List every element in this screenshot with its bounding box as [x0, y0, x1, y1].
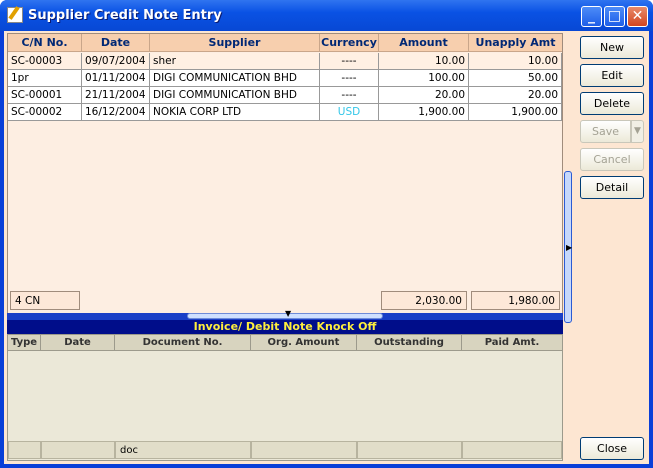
record-count: 4 CN: [10, 291, 80, 310]
column-header-outstanding[interactable]: Outstanding: [357, 335, 462, 351]
minimize-button[interactable]: _: [581, 6, 602, 27]
maximize-button[interactable]: □: [604, 6, 625, 27]
knockoff-footer: doc: [8, 441, 562, 459]
currency-cell: ----: [320, 53, 379, 70]
date-cell: 21/11/2004: [82, 87, 150, 104]
total-amount: 2,030.00: [381, 291, 467, 310]
client-area: C/N No. Date Supplier Currency Amount Un…: [4, 31, 649, 464]
splitter-bar[interactable]: ▼: [7, 309, 563, 320]
save-button[interactable]: Save: [580, 120, 631, 143]
table-row[interactable]: SC-00002 16/12/2004 NOKIA CORP LTD USD 1…: [8, 104, 562, 121]
save-dropdown-arrow-icon[interactable]: ▼: [631, 120, 644, 143]
column-header-type[interactable]: Type: [8, 335, 41, 351]
supplier-cell: NOKIA CORP LTD: [150, 104, 320, 121]
minimize-icon: _: [588, 8, 595, 24]
column-header-date[interactable]: Date: [82, 34, 150, 52]
cn-no-cell: SC-00001: [8, 87, 82, 104]
footer-cell: [357, 441, 462, 459]
total-unapply-amount: 1,980.00: [471, 291, 560, 310]
column-header-amount[interactable]: Amount: [379, 34, 469, 52]
amount-cell: 20.00: [379, 87, 469, 104]
currency-cell: ----: [320, 87, 379, 104]
supplier-cell: sher: [150, 53, 320, 70]
edit-button[interactable]: Edit: [580, 64, 644, 87]
amount-cell: 1,900.00: [379, 104, 469, 121]
unapply-cell: 10.00: [469, 53, 562, 70]
cn-no-cell: SC-00002: [8, 104, 82, 121]
new-button[interactable]: New: [580, 36, 644, 59]
close-window-button[interactable]: ✕: [627, 6, 648, 27]
expand-right-arrow-icon[interactable]: ▶: [566, 243, 572, 252]
footer-doc-label: doc: [115, 441, 251, 459]
delete-button[interactable]: Delete: [580, 92, 644, 115]
collapse-down-arrow-icon[interactable]: ▼: [285, 309, 291, 318]
close-button[interactable]: Close: [580, 437, 644, 460]
date-cell: 01/11/2004: [82, 70, 150, 87]
unapply-cell: 20.00: [469, 87, 562, 104]
column-header-cn-no[interactable]: C/N No.: [8, 34, 82, 52]
column-header-paid-amt[interactable]: Paid Amt.: [462, 335, 562, 351]
currency-cell: USD: [320, 104, 379, 121]
footer-cell: [462, 441, 562, 459]
unapply-cell: 1,900.00: [469, 104, 562, 121]
cn-no-cell: 1pr: [8, 70, 82, 87]
column-header-supplier[interactable]: Supplier: [150, 34, 320, 52]
detail-button[interactable]: Detail: [580, 176, 644, 199]
unapply-cell: 50.00: [469, 70, 562, 87]
credit-note-grid: C/N No. Date Supplier Currency Amount Un…: [7, 33, 563, 314]
supplier-cell: DIGI COMMUNICATION BHD: [150, 70, 320, 87]
footer-cell: [41, 441, 115, 459]
knockoff-header: Type Date Document No. Org. Amount Outst…: [8, 335, 562, 351]
footer-cell: [8, 441, 41, 459]
date-cell: 16/12/2004: [82, 104, 150, 121]
currency-cell: ----: [320, 70, 379, 87]
table-row[interactable]: 1pr 01/11/2004 DIGI COMMUNICATION BHD --…: [8, 70, 562, 87]
title-bar[interactable]: Supplier Credit Note Entry _ □ ✕: [0, 0, 653, 31]
column-header-unapply-amt[interactable]: Unapply Amt: [469, 34, 562, 52]
grid-header: C/N No. Date Supplier Currency Amount Un…: [8, 34, 562, 52]
table-row[interactable]: SC-00001 21/11/2004 DIGI COMMUNICATION B…: [8, 87, 562, 104]
grid-footer: 4 CN 2,030.00 1,980.00: [8, 289, 562, 310]
maximize-icon: □: [607, 8, 622, 24]
table-row[interactable]: SC-00003 09/07/2004 sher ---- 10.00 10.0…: [8, 53, 562, 70]
edit-document-icon: [7, 7, 23, 23]
cn-no-cell: SC-00003: [8, 53, 82, 70]
supplier-cell: DIGI COMMUNICATION BHD: [150, 87, 320, 104]
knockoff-grid: Type Date Document No. Org. Amount Outst…: [7, 334, 563, 461]
column-header-document-no[interactable]: Document No.: [115, 335, 251, 351]
column-header-org-amount[interactable]: Org. Amount: [251, 335, 357, 351]
column-header-currency[interactable]: Currency: [320, 34, 379, 52]
window-title: Supplier Credit Note Entry: [28, 8, 222, 23]
amount-cell: 100.00: [379, 70, 469, 87]
cancel-button[interactable]: Cancel: [580, 148, 644, 171]
column-header-date[interactable]: Date: [41, 335, 115, 351]
close-icon: ✕: [631, 8, 644, 24]
app-window: Supplier Credit Note Entry _ □ ✕ C/N No.…: [0, 0, 653, 468]
date-cell: 09/07/2004: [82, 53, 150, 70]
knockoff-title: Invoice/ Debit Note Knock Off: [7, 320, 563, 334]
footer-cell: [251, 441, 357, 459]
amount-cell: 10.00: [379, 53, 469, 70]
